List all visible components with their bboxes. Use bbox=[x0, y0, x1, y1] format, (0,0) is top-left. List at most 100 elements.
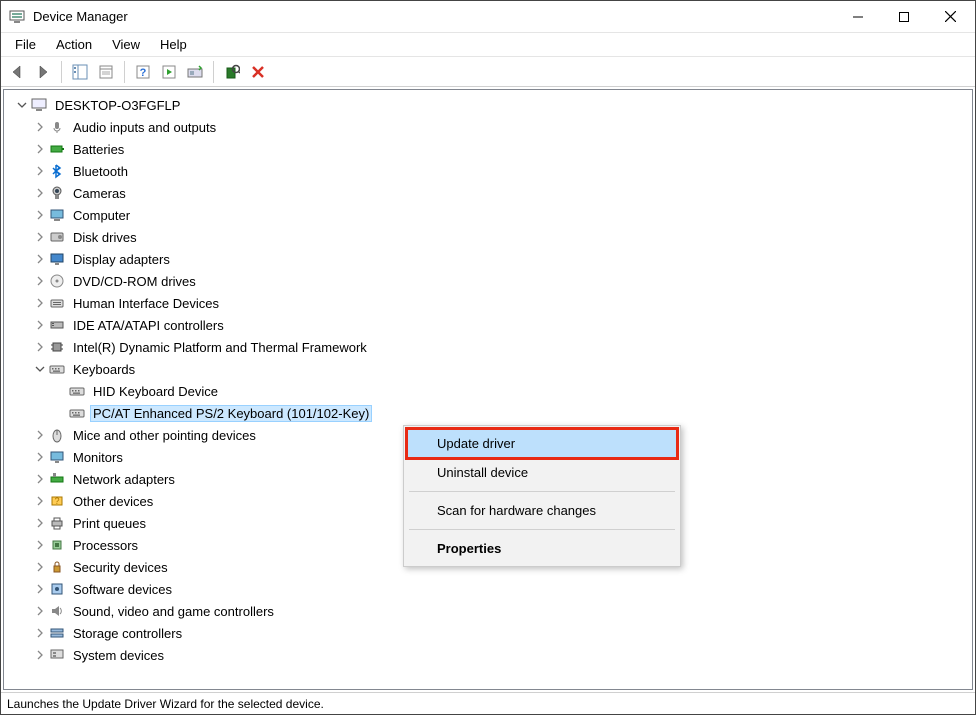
tree-category[interactable]: Computer bbox=[8, 204, 972, 226]
content-area: DESKTOP-O3FGFLP Audio inputs and outputs… bbox=[3, 89, 973, 690]
tree-category[interactable]: System devices bbox=[8, 644, 972, 666]
tree-root[interactable]: DESKTOP-O3FGFLP bbox=[8, 94, 972, 116]
minimize-button[interactable] bbox=[835, 2, 881, 32]
ctx-uninstall-device[interactable]: Uninstall device bbox=[407, 458, 677, 487]
properties-toolbar-button[interactable] bbox=[94, 60, 118, 84]
keyboard-icon bbox=[68, 382, 86, 400]
tree-category[interactable]: Sound, video and game controllers bbox=[8, 600, 972, 622]
audio-icon bbox=[48, 118, 66, 136]
menu-help[interactable]: Help bbox=[150, 34, 197, 55]
menubar: File Action View Help bbox=[1, 33, 975, 57]
menu-action[interactable]: Action bbox=[46, 34, 102, 55]
mouse-icon bbox=[48, 426, 66, 444]
expand-icon[interactable] bbox=[32, 163, 48, 179]
tree-category[interactable]: Disk drives bbox=[8, 226, 972, 248]
status-text: Launches the Update Driver Wizard for th… bbox=[7, 697, 324, 711]
context-menu: Update driver Uninstall device Scan for … bbox=[403, 425, 681, 567]
tree-label: Display adapters bbox=[70, 251, 173, 268]
expand-icon[interactable] bbox=[32, 515, 48, 531]
tree-category[interactable]: Intel(R) Dynamic Platform and Thermal Fr… bbox=[8, 336, 972, 358]
titlebar: Device Manager bbox=[1, 1, 975, 33]
uninstall-toolbar-button[interactable] bbox=[246, 60, 270, 84]
expand-icon[interactable] bbox=[32, 295, 48, 311]
cpu-icon bbox=[48, 536, 66, 554]
tree-category[interactable]: Human Interface Devices bbox=[8, 292, 972, 314]
monitor-icon bbox=[48, 448, 66, 466]
collapse-icon[interactable] bbox=[14, 97, 30, 113]
expand-icon[interactable] bbox=[32, 207, 48, 223]
ctx-separator bbox=[409, 491, 675, 492]
tree-device-ps2-keyboard[interactable]: PC/AT Enhanced PS/2 Keyboard (101/102-Ke… bbox=[8, 402, 972, 424]
expand-icon[interactable] bbox=[32, 185, 48, 201]
action-button[interactable] bbox=[157, 60, 181, 84]
tree-label: Network adapters bbox=[70, 471, 178, 488]
expand-icon[interactable] bbox=[32, 493, 48, 509]
bluetooth-icon bbox=[48, 162, 66, 180]
help-button[interactable]: ? bbox=[131, 60, 155, 84]
device-manager-window: Device Manager File Action View Help ? bbox=[0, 0, 976, 715]
tree-label: Other devices bbox=[70, 493, 156, 510]
expand-icon[interactable] bbox=[32, 449, 48, 465]
disk-icon bbox=[48, 228, 66, 246]
toolbar: ? bbox=[1, 57, 975, 87]
tree-category[interactable]: Audio inputs and outputs bbox=[8, 116, 972, 138]
tree-label: Keyboards bbox=[70, 361, 138, 378]
maximize-button[interactable] bbox=[881, 2, 927, 32]
expand-icon[interactable] bbox=[32, 647, 48, 663]
ctx-separator bbox=[409, 529, 675, 530]
expand-icon[interactable] bbox=[32, 603, 48, 619]
expand-icon[interactable] bbox=[32, 339, 48, 355]
menu-view[interactable]: View bbox=[102, 34, 150, 55]
system-icon bbox=[48, 646, 66, 664]
tree-category[interactable]: DVD/CD-ROM drives bbox=[8, 270, 972, 292]
tree-category[interactable]: Display adapters bbox=[8, 248, 972, 270]
back-button[interactable] bbox=[5, 60, 29, 84]
collapse-icon[interactable] bbox=[32, 361, 48, 377]
computer-icon bbox=[48, 206, 66, 224]
camera-icon bbox=[48, 184, 66, 202]
expand-icon[interactable] bbox=[32, 317, 48, 333]
forward-button[interactable] bbox=[31, 60, 55, 84]
expand-icon[interactable] bbox=[32, 229, 48, 245]
expand-icon[interactable] bbox=[32, 141, 48, 157]
ctx-scan-hardware[interactable]: Scan for hardware changes bbox=[407, 496, 677, 525]
tree-device-hid-keyboard[interactable]: HID Keyboard Device bbox=[8, 380, 972, 402]
ctx-properties[interactable]: Properties bbox=[407, 534, 677, 563]
expand-icon[interactable] bbox=[32, 427, 48, 443]
tree-label: System devices bbox=[70, 647, 167, 664]
expand-icon[interactable] bbox=[32, 119, 48, 135]
tree-label: Processors bbox=[70, 537, 141, 554]
expand-icon[interactable] bbox=[32, 273, 48, 289]
expand-icon[interactable] bbox=[32, 625, 48, 641]
software-icon bbox=[48, 580, 66, 598]
menu-file[interactable]: File bbox=[5, 34, 46, 55]
expand-icon[interactable] bbox=[32, 581, 48, 597]
computer-name: DESKTOP-O3FGFLP bbox=[52, 97, 183, 114]
tree-label: Computer bbox=[70, 207, 133, 224]
tree-label: IDE ATA/ATAPI controllers bbox=[70, 317, 227, 334]
show-hide-tree-button[interactable] bbox=[68, 60, 92, 84]
tree-category[interactable]: IDE ATA/ATAPI controllers bbox=[8, 314, 972, 336]
tree-label: Bluetooth bbox=[70, 163, 131, 180]
tree-label: Audio inputs and outputs bbox=[70, 119, 219, 136]
expand-icon[interactable] bbox=[32, 471, 48, 487]
tree-category-keyboards[interactable]: Keyboards bbox=[8, 358, 972, 380]
update-driver-toolbar-button[interactable] bbox=[183, 60, 207, 84]
tree-category[interactable]: Software devices bbox=[8, 578, 972, 600]
close-button[interactable] bbox=[927, 2, 973, 32]
svg-text:?: ? bbox=[54, 496, 59, 506]
tree-category[interactable]: Storage controllers bbox=[8, 622, 972, 644]
device-tree[interactable]: DESKTOP-O3FGFLP Audio inputs and outputs… bbox=[4, 90, 972, 689]
expand-icon[interactable] bbox=[32, 251, 48, 267]
tree-label: Mice and other pointing devices bbox=[70, 427, 259, 444]
ctx-update-driver[interactable]: Update driver bbox=[407, 429, 677, 458]
scan-hardware-button[interactable] bbox=[220, 60, 244, 84]
expand-icon[interactable] bbox=[32, 537, 48, 553]
expand-icon[interactable] bbox=[32, 559, 48, 575]
tree-label: Intel(R) Dynamic Platform and Thermal Fr… bbox=[70, 339, 370, 356]
tree-label: Monitors bbox=[70, 449, 126, 466]
tree-label: Disk drives bbox=[70, 229, 140, 246]
tree-category[interactable]: Bluetooth bbox=[8, 160, 972, 182]
tree-category[interactable]: Batteries bbox=[8, 138, 972, 160]
tree-category[interactable]: Cameras bbox=[8, 182, 972, 204]
